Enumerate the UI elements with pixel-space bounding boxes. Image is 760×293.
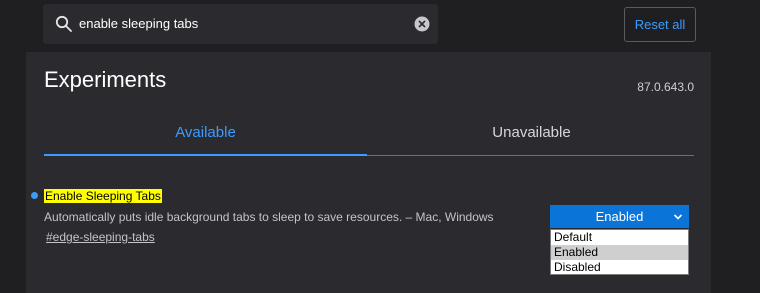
flag-description: Automatically puts idle background tabs … xyxy=(44,210,494,224)
clear-icon[interactable] xyxy=(414,16,430,32)
chevron-down-icon xyxy=(673,214,683,220)
active-tab-indicator xyxy=(44,154,367,156)
tab-available[interactable]: Available xyxy=(44,122,367,156)
search-input[interactable] xyxy=(79,4,399,44)
option-enabled[interactable]: Enabled xyxy=(551,245,688,260)
flag-title: Enable Sleeping Tabs xyxy=(44,189,162,203)
reset-all-button[interactable]: Reset all xyxy=(624,7,696,42)
option-disabled[interactable]: Disabled xyxy=(551,260,688,275)
top-bar: Reset all xyxy=(0,0,760,52)
search-icon xyxy=(55,15,72,32)
modified-indicator-dot xyxy=(31,192,38,199)
select-value: Enabled xyxy=(595,209,644,224)
option-default[interactable]: Default xyxy=(551,230,688,245)
select-dropdown: Default Enabled Disabled xyxy=(550,229,689,275)
tab-unavailable[interactable]: Unavailable xyxy=(370,122,693,156)
version-label: 87.0.643.0 xyxy=(637,80,694,94)
page-title: Experiments xyxy=(44,67,167,92)
flag-link[interactable]: #edge-sleeping-tabs xyxy=(46,230,155,244)
flag-state-select[interactable]: Enabled xyxy=(550,205,689,228)
search-box[interactable] xyxy=(43,4,438,44)
